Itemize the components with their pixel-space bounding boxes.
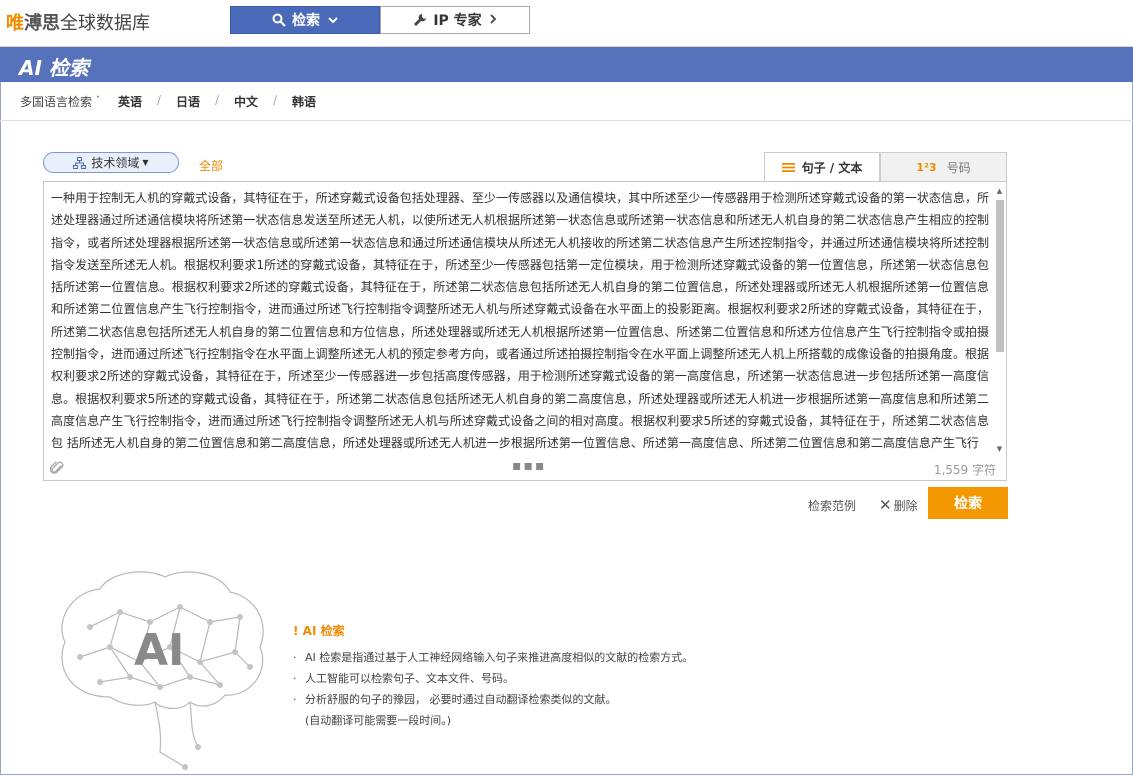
title-bar: AI 检索 <box>0 47 1133 82</box>
attach-file-icon[interactable] <box>50 460 64 476</box>
lang-korean[interactable]: 韩语 <box>292 93 316 110</box>
char-count: 1,559 字符 <box>933 463 996 477</box>
scroll-down-icon[interactable]: ▼ <box>994 444 1005 454</box>
scroll-up-icon[interactable]: ▲ <box>994 186 1005 196</box>
lang-chinese[interactable]: 中文 <box>234 93 258 110</box>
tab-sentence-text[interactable]: 句子 / 文本 <box>764 152 880 182</box>
lang-separator: / <box>215 93 220 107</box>
info-title: ! AI 检索 <box>293 624 345 638</box>
tab-number[interactable]: 1²3 号码 <box>880 152 1007 182</box>
chevron-right-icon <box>490 13 497 27</box>
nav-ip-expert-button[interactable]: IP 专家 <box>380 6 530 34</box>
resize-handle-icon[interactable]: ▪▪▪ <box>512 458 546 474</box>
info-list: · AI 检索是指通过基于人工神经网络输入句子来推进高度相似的文献的检索方式。 ·… <box>293 647 693 731</box>
delete-button[interactable]: ✕ 删除 <box>879 496 918 514</box>
text-lines-icon <box>781 163 795 172</box>
lang-english[interactable]: 英语 <box>118 93 142 110</box>
tech-field-label: 技术领域 <box>91 156 140 170</box>
lang-japanese[interactable]: 日语 <box>176 93 200 110</box>
top-header: 唯溥思全球数据库 检索 IP 专家 <box>0 0 1133 47</box>
multilang-search-dropdown[interactable]: 多国语言检索 ˇ <box>20 93 100 110</box>
query-text[interactable]: 一种用于控制无人机的穿戴式设备，其特征在于，所述穿戴式设备包括处理器、至少一传感… <box>51 187 989 453</box>
page-title: AI 检索 <box>19 56 89 80</box>
info-item: · 分析舒服的句子的豫园， 必要时通过自动翻译检索类似的文献。 <box>293 693 617 706</box>
query-textarea[interactable]: 一种用于控制无人机的穿戴式设备，其特征在于，所述穿戴式设备包括处理器、至少一传感… <box>43 181 1007 481</box>
info-item: · 人工智能可以检索句子、文本文件、号码。 <box>293 672 514 685</box>
search-icon <box>272 13 286 27</box>
info-item: · AI 检索是指通过基于人工神经网络输入句子来推进高度相似的文献的检索方式。 <box>293 651 694 664</box>
chevron-down-icon <box>328 13 338 27</box>
scroll-thumb[interactable] <box>996 200 1004 352</box>
close-icon: ✕ <box>879 496 892 514</box>
nav-ip-label: IP 专家 <box>433 13 482 29</box>
ai-brain-illustration: AI <box>50 567 275 776</box>
caret-down-icon: ▼ <box>142 158 149 167</box>
wrench-icon <box>413 13 427 27</box>
logo-part-2: 溥思 <box>24 13 60 34</box>
lang-separator: / <box>273 93 278 107</box>
info-note: (自动翻译可能需要一段时间。) <box>305 714 452 727</box>
scope-label: 全部 <box>199 159 224 173</box>
tab-sentence-label: 句子 / 文本 <box>801 161 863 175</box>
caret-down-icon: ˇ <box>95 96 101 106</box>
hierarchy-icon <box>73 156 87 169</box>
search-example-link[interactable]: 检索范例 <box>808 497 856 514</box>
search-button[interactable]: 检索 <box>928 487 1008 519</box>
number-icon: 1²3 <box>916 160 937 174</box>
logo-part-3: 全球数据库 <box>60 13 150 34</box>
multilang-label: 多国语言检索 <box>20 95 93 109</box>
nav-search-label: 检索 <box>292 13 320 29</box>
site-logo[interactable]: 唯溥思全球数据库 <box>6 9 150 35</box>
logo-part-1: 唯 <box>6 13 24 34</box>
textarea-scrollbar[interactable]: ▲ ▼ <box>994 186 1005 454</box>
lang-separator: / <box>157 93 162 107</box>
tech-field-dropdown[interactable]: 技术领域 ▼ <box>43 152 179 173</box>
nav-search-button[interactable]: 检索 <box>230 6 380 34</box>
delete-label: 删除 <box>893 499 918 513</box>
brain-ai-text: AI <box>134 625 184 676</box>
tab-number-label: 号码 <box>946 160 971 175</box>
language-bar: 多国语言检索 ˇ 英语 / 日语 / 中文 / 韩语 <box>0 82 1133 121</box>
